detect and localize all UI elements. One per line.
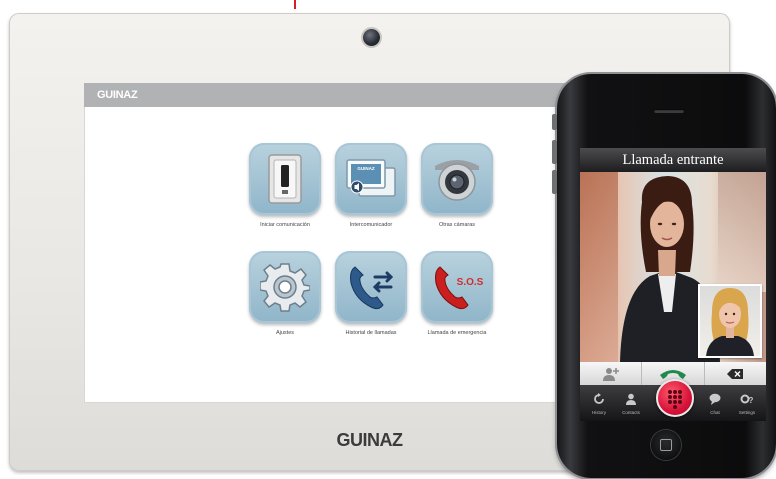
phone-screen: Llamada entrante History Contacts Chat ?…	[580, 148, 766, 421]
call-history-icon[interactable]	[335, 251, 407, 323]
sos-text: S.O.S	[457, 277, 484, 288]
app-label: Ajustes	[275, 330, 295, 336]
history-icon	[594, 393, 604, 404]
incoming-call-title: Llamada entrante	[580, 148, 766, 172]
intercom-screens-icon[interactable]: GUINAZ	[335, 143, 407, 215]
contacts-icon	[626, 393, 636, 405]
front-camera-icon	[363, 29, 380, 46]
earpiece-speaker	[654, 109, 684, 113]
app-llamada-de-emergencia[interactable]: S.O.S Llamada de emergencia	[414, 251, 500, 336]
answer-call-icon	[659, 369, 686, 379]
add-contact-button[interactable]	[580, 362, 643, 385]
security-camera-icon[interactable]	[421, 143, 493, 215]
video-feed	[580, 172, 766, 362]
volume-up-button[interactable]	[552, 140, 557, 164]
smartphone-device: Llamada entrante History Contacts Chat ?…	[552, 74, 776, 478]
keypad-button[interactable]	[656, 379, 694, 417]
app-label: Intercomunicador	[349, 222, 393, 228]
intercom-screen-text: GUINAZ	[357, 166, 374, 171]
bottom-tab-bar: History Contacts Chat ? Settings	[580, 379, 766, 421]
backspace-button[interactable]	[705, 362, 766, 385]
settings-icon: ?	[740, 394, 754, 405]
tab-label: Chat	[710, 410, 720, 415]
app-otras-camaras[interactable]: Otras cámaras	[414, 143, 500, 228]
self-view-figure	[706, 288, 754, 356]
app-label: Historial de llamadas	[345, 330, 397, 336]
self-view-pip[interactable]	[698, 284, 762, 358]
red-accent-mark	[294, 0, 296, 9]
tab-settings[interactable]: ? Settings	[732, 390, 762, 415]
header-brand: GUINAZ	[97, 89, 138, 101]
app-label: Otras cámaras	[438, 222, 476, 228]
svg-text:?: ?	[749, 396, 754, 405]
tab-contacts[interactable]: Contacts	[616, 390, 646, 415]
tab-chat[interactable]: Chat	[700, 390, 730, 415]
tab-label: History	[591, 410, 606, 415]
tab-history[interactable]: History	[584, 390, 614, 415]
backspace-icon	[727, 368, 744, 379]
volume-down-button[interactable]	[552, 170, 557, 194]
keypad-icon	[668, 390, 682, 409]
app-ajustes[interactable]: Ajustes	[242, 251, 328, 336]
tab-label: Settings	[738, 410, 756, 415]
app-historial-de-llamadas[interactable]: Historial de llamadas	[328, 251, 414, 336]
chat-icon	[709, 393, 721, 405]
home-button[interactable]	[651, 430, 681, 460]
gear-icon[interactable]	[249, 251, 321, 323]
app-iniciar-comunicacion[interactable]: Iniciar comunicación	[242, 143, 328, 228]
app-label: Iniciar comunicación	[260, 222, 310, 228]
add-contact-icon	[602, 367, 619, 381]
app-label: Llamada de emergencia	[427, 330, 487, 336]
mute-switch[interactable]	[552, 114, 557, 130]
app-intercomunicador[interactable]: GUINAZ Intercomunicador	[328, 143, 414, 228]
sos-phone-icon[interactable]: S.O.S	[421, 251, 493, 323]
door-panel-icon[interactable]	[249, 143, 321, 215]
tab-label: Contacts	[622, 410, 640, 415]
